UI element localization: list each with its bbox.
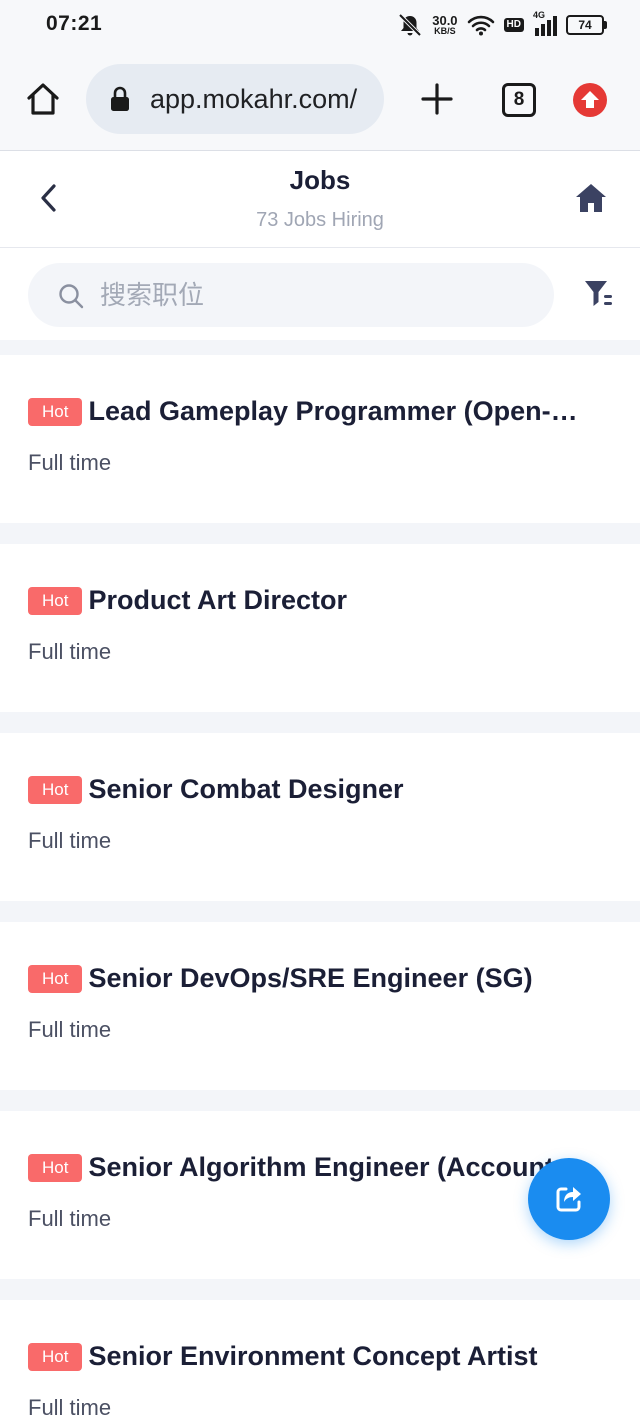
job-type: Full time <box>28 1395 112 1420</box>
network-type-label: 4G <box>533 10 546 20</box>
job-type: Full time <box>28 450 112 475</box>
job-title-row: Hot Senior DevOps/SRE Engineer (SG) <box>28 963 598 994</box>
address-bar[interactable]: app.mokahr.com/ <box>86 64 384 134</box>
battery-level: 74 <box>578 18 592 32</box>
signal-bar <box>541 24 545 36</box>
tab-switcher-button[interactable]: 8 <box>502 83 536 117</box>
job-card[interactable]: Hot Senior DevOps/SRE Engineer (SG) Full… <box>0 922 640 1090</box>
hot-badge: Hot <box>28 397 83 426</box>
search-row <box>0 248 640 340</box>
job-list: Hot Lead Gameplay Programmer (Open-W… Fu… <box>0 340 640 1422</box>
hd-badge: HD <box>503 18 524 32</box>
home-icon[interactable] <box>574 181 608 215</box>
search-box[interactable] <box>28 263 554 329</box>
search-icon <box>59 284 84 309</box>
job-type: Full time <box>28 828 112 853</box>
job-title[interactable]: Product Art Director <box>88 585 347 616</box>
share-button[interactable] <box>528 1158 610 1240</box>
job-type: Full time <box>28 639 112 664</box>
filter-icon[interactable] <box>583 278 613 310</box>
hot-badge: Hot <box>28 964 83 993</box>
signal-indicator: 4G <box>533 10 557 36</box>
job-card[interactable]: Hot Product Art Director Full time <box>0 544 640 712</box>
status-icons: 30.0 KB/S HD 4G 74 <box>397 10 607 38</box>
job-title-row: Hot Product Art Director <box>28 585 598 616</box>
job-card[interactable]: Hot Lead Gameplay Programmer (Open-W… Fu… <box>0 355 640 523</box>
browser-home-icon[interactable] <box>24 80 62 118</box>
lock-icon <box>111 86 129 111</box>
job-title[interactable]: Senior Combat Designer <box>88 774 403 805</box>
bell-muted-icon <box>398 13 422 37</box>
signal-bar <box>553 16 557 36</box>
job-title[interactable]: Senior Environment Concept Artist <box>88 1341 537 1372</box>
page-header: Jobs 73 Jobs Hiring <box>0 151 640 248</box>
browser-toolbar: app.mokahr.com/ 8 <box>0 50 640 151</box>
job-title-row: Hot Senior Algorithm Engineer (Account… <box>28 1152 598 1183</box>
job-title[interactable]: Lead Gameplay Programmer (Open-W… <box>88 396 598 427</box>
signal-bar <box>535 28 539 36</box>
job-card[interactable]: Hot Senior Combat Designer Full time <box>0 733 640 901</box>
browser-update-button[interactable] <box>573 83 607 117</box>
tab-count: 8 <box>513 89 525 110</box>
jobs-count-subtitle: 73 Jobs Hiring <box>256 209 384 231</box>
signal-bar <box>547 20 551 36</box>
job-card[interactable]: Hot Senior Environment Concept Artist Fu… <box>0 1300 640 1422</box>
net-speed: 30.0 KB/S <box>432 14 457 36</box>
status-time: 07:21 <box>46 12 103 35</box>
search-input[interactable] <box>98 263 532 329</box>
url-text[interactable]: app.mokahr.com/ <box>150 84 357 115</box>
job-title-row: Hot Lead Gameplay Programmer (Open-W… <box>28 396 598 427</box>
share-icon <box>556 1187 581 1212</box>
new-tab-plus-icon[interactable] <box>420 82 454 116</box>
hot-badge: Hot <box>28 775 83 804</box>
hot-badge: Hot <box>28 1153 83 1182</box>
status-bar: 07:21 30.0 KB/S HD 4G 74 <box>0 0 640 50</box>
job-title-row: Hot Senior Combat Designer <box>28 774 598 805</box>
battery-icon: 74 <box>566 15 607 35</box>
hot-badge: Hot <box>28 586 83 615</box>
job-title[interactable]: Senior DevOps/SRE Engineer (SG) <box>88 963 532 994</box>
job-type: Full time <box>28 1206 112 1231</box>
page-title: Jobs <box>289 165 351 195</box>
net-speed-unit: KB/S <box>434 26 456 36</box>
arrow-up-icon <box>581 91 599 108</box>
hot-badge: Hot <box>28 1342 83 1371</box>
job-title-row: Hot Senior Environment Concept Artist <box>28 1341 598 1372</box>
wifi-icon <box>467 15 494 36</box>
job-type: Full time <box>28 1017 112 1042</box>
job-title[interactable]: Senior Algorithm Engineer (Account… <box>88 1152 581 1183</box>
